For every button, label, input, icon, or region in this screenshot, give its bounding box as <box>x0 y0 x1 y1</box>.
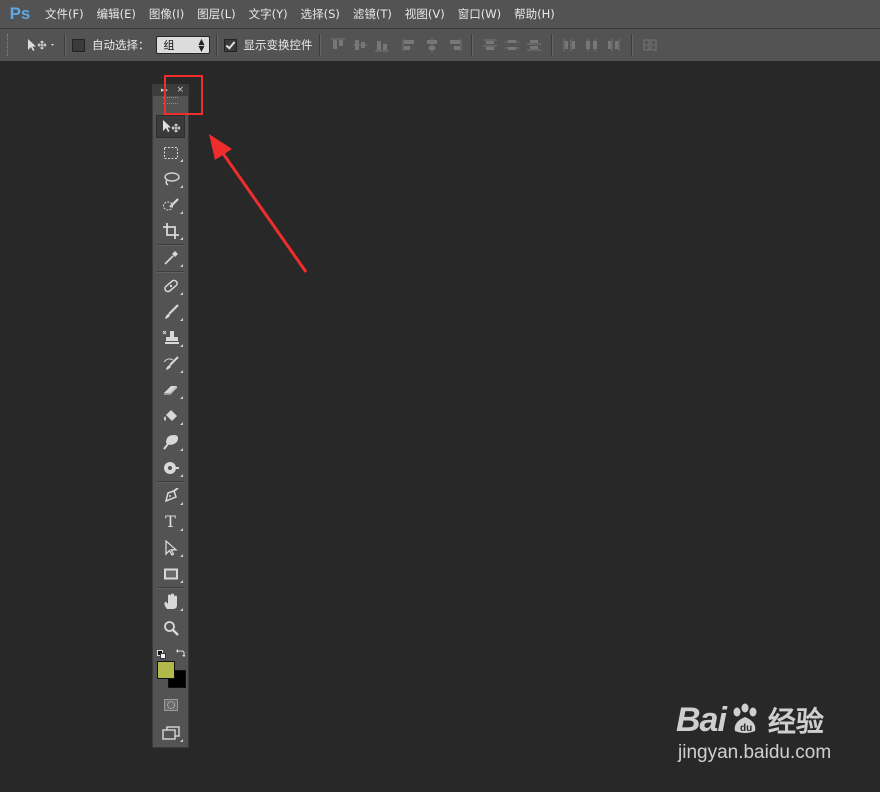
watermark-brand: Bai <box>676 700 727 739</box>
svg-text:du: du <box>740 723 752 734</box>
watermark-product: 经验 <box>767 705 824 738</box>
annotation-arrow <box>209 134 308 273</box>
watermark-url: jingyan.baidu.com <box>678 742 832 763</box>
baidu-jingyan-watermark: Bai du 经验 jingyan.baidu.com <box>676 700 876 780</box>
baidu-paw-icon: du <box>733 703 757 734</box>
